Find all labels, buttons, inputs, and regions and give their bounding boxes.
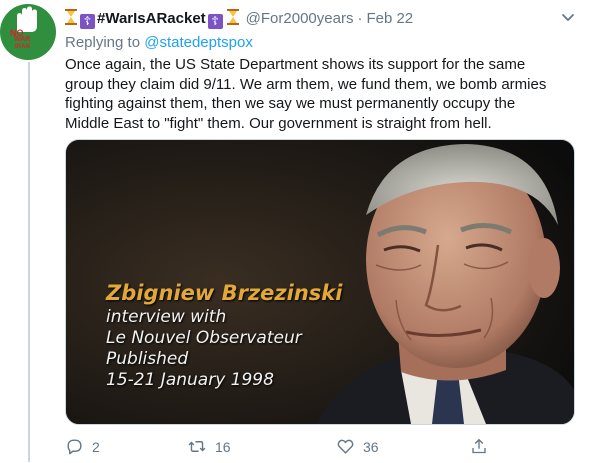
- share-button[interactable]: [470, 437, 496, 456]
- cross-icon: ☦: [80, 14, 95, 29]
- hourglass-icon: [226, 9, 239, 25]
- retweet-count: 16: [215, 438, 231, 455]
- tweet-header: ☦ #WarIsARacket ☦ @For2000years · Feb 22: [65, 9, 413, 29]
- tweet-date[interactable]: Feb 22: [366, 10, 413, 27]
- caption-line: interview with: [106, 307, 227, 327]
- avatar-text-iran: IRAN: [15, 44, 30, 50]
- hourglass-icon: [65, 9, 77, 25]
- thread-line: [28, 62, 30, 462]
- tweet-text: Once again, the US State Department show…: [65, 56, 547, 132]
- like-icon: [337, 439, 354, 454]
- retweet-button[interactable]: 16: [187, 437, 231, 456]
- separator-dot: ·: [357, 10, 363, 27]
- chevron-down-icon[interactable]: [561, 13, 575, 23]
- caption-line: Le Nouvel Observateur: [106, 328, 302, 348]
- tweet-media-image[interactable]: Zbigniew Brzezinski interview with Le No…: [65, 139, 575, 425]
- reply-count: 2: [92, 438, 100, 455]
- avatar[interactable]: NO WAR IRAN: [0, 4, 56, 60]
- retweet-icon: [188, 441, 206, 452]
- avatar-text-war: WAR: [14, 36, 31, 43]
- reply-icon: [67, 439, 82, 455]
- reply-button[interactable]: 2: [65, 437, 100, 456]
- caption-line: Published: [106, 349, 189, 369]
- caption-line: 15-21 January 1998: [106, 370, 274, 390]
- like-button[interactable]: 36: [336, 437, 379, 456]
- image-caption: Zbigniew Brzezinski interview with Le No…: [106, 280, 342, 391]
- replying-to: Replying to @statedeptspox: [65, 34, 253, 51]
- cross-icon: ☦: [207, 14, 223, 29]
- replying-to-handle[interactable]: @statedeptspox: [144, 34, 253, 51]
- display-name[interactable]: #WarIsARacket: [97, 10, 206, 27]
- share-icon: [472, 438, 486, 454]
- replying-to-label: Replying to: [65, 34, 141, 51]
- like-count: 36: [363, 438, 379, 455]
- caption-name: Zbigniew Brzezinski: [106, 281, 343, 305]
- user-handle[interactable]: @For2000years: [246, 10, 354, 27]
